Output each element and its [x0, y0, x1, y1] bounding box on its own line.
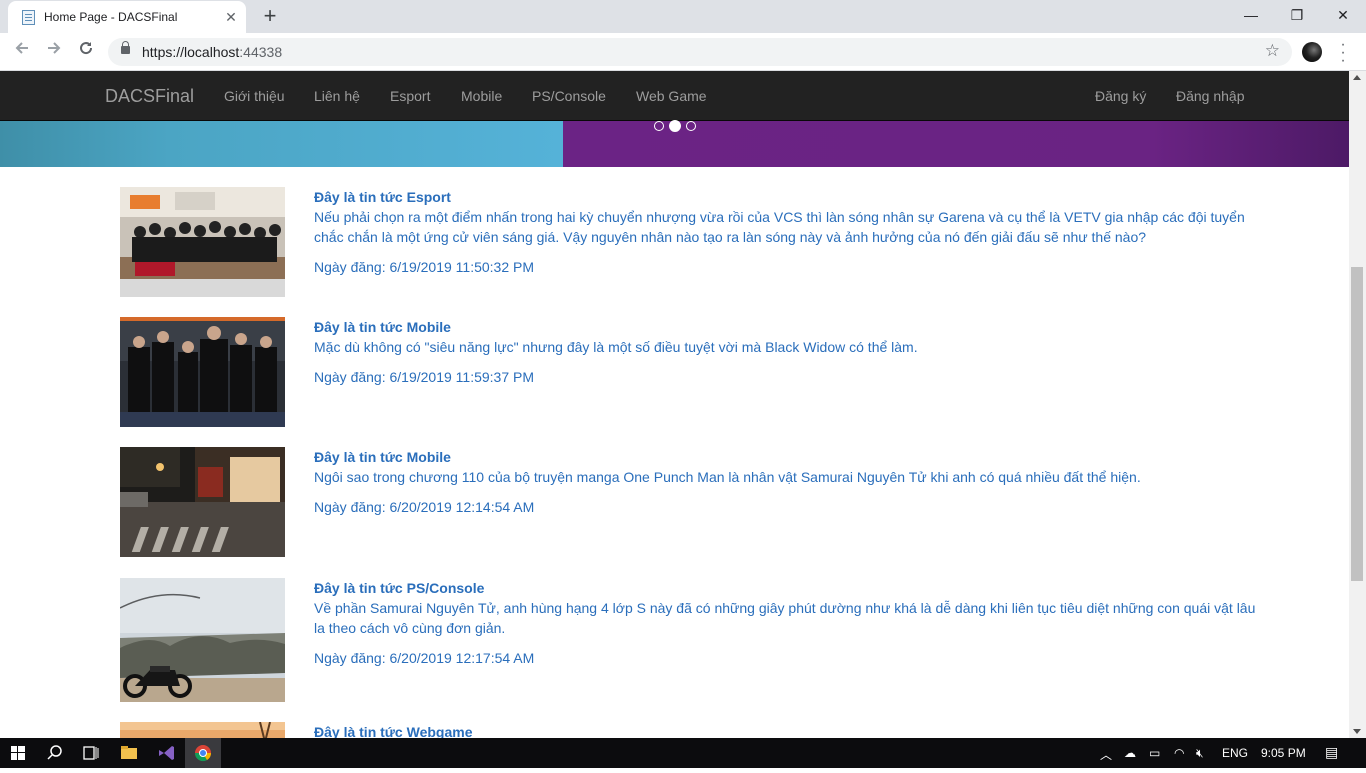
nav-mobile[interactable]: Mobile: [461, 88, 502, 104]
chrome-icon[interactable]: [185, 738, 221, 768]
window-close-button[interactable]: ✕: [1320, 0, 1366, 32]
carousel-slide-current: [563, 121, 1349, 167]
news-text: Đây là tin tức Mobile Mặc dù không có "s…: [314, 317, 1264, 387]
news-title[interactable]: Đây là tin tức Mobile: [314, 447, 1264, 467]
minimize-button[interactable]: —: [1228, 0, 1274, 32]
news-description[interactable]: Về phần Samurai Nguyên Tử, anh hùng hạng…: [314, 598, 1264, 638]
news-description[interactable]: Nếu phải chọn ra một điểm nhấn trong hai…: [314, 207, 1264, 247]
site-brand[interactable]: DACSFinal: [105, 86, 194, 107]
nav-lien-he[interactable]: Liên hệ: [314, 88, 360, 104]
profile-avatar[interactable]: [1302, 42, 1322, 62]
news-description[interactable]: Ngôi sao trong chương 110 của bộ truyện …: [314, 467, 1264, 487]
scrollbar-thumb[interactable]: [1351, 267, 1363, 581]
file-explorer-icon[interactable]: [111, 738, 147, 768]
page-scrollbar[interactable]: [1349, 71, 1366, 738]
nav-gioi-thieu[interactable]: Giới thiệu: [224, 88, 285, 104]
carousel-indicator-1[interactable]: [654, 121, 664, 131]
news-thumbnail[interactable]: [120, 447, 285, 557]
news-text: Đây là tin tức Esport Nếu phải chọn ra m…: [314, 187, 1264, 277]
forward-arrow-icon[interactable]: [42, 40, 66, 64]
windows-taskbar: ︿ ☁ ▭ ◠ 🔇︎ ENG 9:05 PM ▤: [0, 738, 1366, 768]
carousel-indicator-2[interactable]: [669, 120, 681, 132]
bookmark-star-icon[interactable]: ☆: [1265, 41, 1280, 61]
clock-time[interactable]: 9:05 PM: [1261, 746, 1306, 760]
url-port: :44338: [239, 44, 283, 60]
url-text: https://localhost:44338: [142, 44, 282, 60]
wifi-icon[interactable]: ◠: [1174, 746, 1184, 760]
restore-button[interactable]: ❐: [1274, 0, 1320, 32]
news-thumbnail[interactable]: [120, 578, 285, 702]
carousel-slide-previous: [0, 121, 563, 167]
cloud-sync-icon[interactable]: ☁: [1124, 746, 1136, 760]
windows-start-icon[interactable]: [0, 738, 36, 768]
browser-tab[interactable]: Home Page - DACSFinal ✕: [8, 1, 246, 33]
news-thumbnail[interactable]: [120, 722, 285, 738]
page-icon: [22, 10, 35, 25]
tab-title: Home Page - DACSFinal: [44, 10, 178, 24]
carousel-indicator-3[interactable]: [686, 121, 696, 131]
volume-muted-icon[interactable]: 🔇︎: [1196, 746, 1204, 761]
nav-esport[interactable]: Esport: [390, 88, 430, 104]
close-tab-icon[interactable]: ✕: [222, 8, 240, 26]
banner-carousel[interactable]: [0, 120, 1349, 167]
url-host: https://localhost: [142, 44, 240, 60]
scroll-down-icon[interactable]: [1353, 729, 1361, 734]
address-bar[interactable]: https://localhost:44338 ☆: [108, 38, 1292, 66]
page-viewport: DACSFinal Giới thiệu Liên hệ Esport Mobi…: [0, 71, 1349, 738]
news-title[interactable]: Đây là tin tức Mobile: [314, 317, 1264, 337]
notifications-icon[interactable]: ▤: [1325, 744, 1338, 761]
news-title[interactable]: Đây là tin tức PS/Console: [314, 578, 1264, 598]
news-date: Ngày đăng: 6/19/2019 11:59:37 PM: [314, 369, 535, 385]
site-navbar: DACSFinal Giới thiệu Liên hệ Esport Mobi…: [0, 71, 1349, 121]
news-text: Đây là tin tức Mobile Ngôi sao trong chư…: [314, 447, 1264, 517]
visual-studio-icon[interactable]: [148, 738, 184, 768]
reload-icon[interactable]: [74, 40, 98, 64]
lock-icon: [121, 41, 130, 54]
search-icon[interactable]: [37, 738, 73, 768]
news-text: Đây là tin tức Webgame: [314, 722, 1264, 738]
news-thumbnail[interactable]: [120, 317, 285, 427]
task-view-icon[interactable]: [72, 738, 108, 768]
nav-web-game[interactable]: Web Game: [636, 88, 707, 104]
language-indicator[interactable]: ENG: [1222, 746, 1248, 760]
browser-tabstrip: Home Page - DACSFinal ✕ + — ❐ ✕: [0, 0, 1366, 33]
news-title[interactable]: Đây là tin tức Esport: [314, 187, 1264, 207]
news-date: Ngày đăng: 6/20/2019 12:17:54 AM: [314, 650, 535, 666]
browser-menu-icon[interactable]: · · ·: [1338, 37, 1348, 69]
news-thumbnail[interactable]: [120, 187, 285, 297]
news-date: Ngày đăng: 6/19/2019 11:50:32 PM: [314, 259, 535, 275]
scroll-up-icon[interactable]: [1353, 75, 1361, 80]
nav-login[interactable]: Đăng nhập: [1176, 88, 1245, 104]
new-tab-button[interactable]: +: [258, 5, 282, 29]
browser-toolbar: https://localhost:44338 ☆ · · ·: [0, 33, 1366, 71]
nav-register[interactable]: Đăng ký: [1095, 88, 1146, 104]
battery-icon[interactable]: ▭: [1149, 746, 1160, 760]
news-title[interactable]: Đây là tin tức Webgame: [314, 722, 1264, 738]
news-text: Đây là tin tức PS/Console Về phần Samura…: [314, 578, 1264, 668]
news-description[interactable]: Mặc dù không có "siêu năng lực" nhưng đâ…: [314, 337, 1264, 357]
back-arrow-icon[interactable]: [10, 40, 34, 64]
nav-ps-console[interactable]: PS/Console: [532, 88, 606, 104]
tray-chevron-icon[interactable]: ︿: [1100, 746, 1112, 763]
news-date: Ngày đăng: 6/20/2019 12:14:54 AM: [314, 499, 535, 515]
